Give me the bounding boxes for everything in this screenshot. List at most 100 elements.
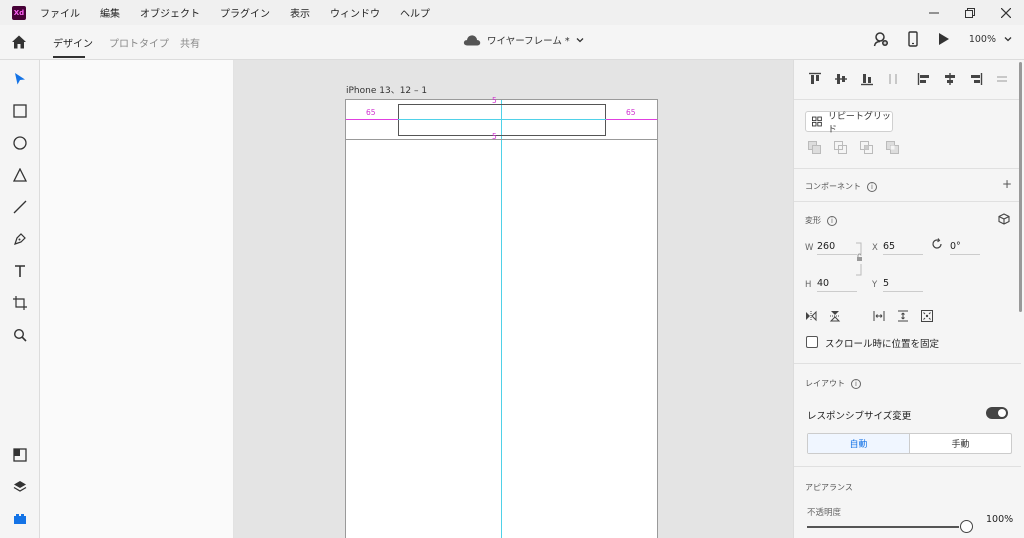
stretch-horizontal-icon[interactable] xyxy=(873,310,885,322)
height-input[interactable]: 40 xyxy=(817,278,857,292)
distribute-vertical-icon[interactable] xyxy=(995,72,1009,86)
close-button[interactable] xyxy=(988,0,1024,25)
menu-view[interactable]: 表示 xyxy=(290,5,310,20)
x-input[interactable]: 65 xyxy=(883,241,923,255)
opacity-value[interactable]: 100% xyxy=(986,514,1013,528)
artboard[interactable]: 65 65 5 5 xyxy=(345,96,658,538)
auto-mode-button[interactable]: 自動 xyxy=(808,434,910,453)
text-tool[interactable] xyxy=(11,262,28,279)
fit-size-icon[interactable] xyxy=(921,310,933,322)
width-input[interactable]: 260 xyxy=(817,241,857,255)
divider xyxy=(794,363,1021,364)
measure-line-right xyxy=(606,119,657,120)
layers-panel-button[interactable] xyxy=(11,478,28,495)
menu-window[interactable]: ウィンドウ xyxy=(330,5,380,20)
minimize-icon xyxy=(929,12,939,13)
center-guide-horizontal xyxy=(398,119,606,120)
polygon-tool[interactable] xyxy=(11,166,28,183)
rotation-input[interactable]: 0° xyxy=(950,241,980,255)
y-input[interactable]: 5 xyxy=(883,278,923,292)
opacity-slider-track[interactable] xyxy=(807,526,959,528)
minimize-button[interactable] xyxy=(916,0,952,25)
add-component-button[interactable]: + xyxy=(1002,177,1012,191)
close-icon xyxy=(1001,7,1011,18)
property-inspector: リピートグリッド コンポーネント i + 変形 i W 260 X 65 0° … xyxy=(793,60,1024,538)
info-icon[interactable]: i xyxy=(851,378,861,389)
repeat-grid-button[interactable]: リピートグリッド xyxy=(805,111,893,135)
assets-panel-button[interactable] xyxy=(11,446,28,463)
center-guide-vertical xyxy=(501,100,502,538)
stretch-vertical-icon[interactable] xyxy=(897,310,909,322)
selected-rectangle[interactable] xyxy=(398,104,606,136)
toggle-knob xyxy=(998,409,1006,417)
align-right-icon[interactable] xyxy=(969,72,983,86)
select-tool[interactable] xyxy=(11,70,28,87)
flip-horizontal-icon[interactable] xyxy=(805,310,817,322)
design-canvas[interactable]: iPhone 13、12 – 1 65 65 5 5 xyxy=(234,60,793,538)
plugins-panel-button[interactable] xyxy=(11,510,28,527)
fix-position-checkbox[interactable] xyxy=(806,336,818,348)
divider xyxy=(794,168,1021,169)
align-left-icon[interactable] xyxy=(917,72,931,86)
repeat-grid-label: リピートグリッド xyxy=(827,111,891,135)
ellipse-icon xyxy=(12,135,27,150)
layers-icon xyxy=(13,480,26,492)
manual-mode-button[interactable]: 手動 xyxy=(910,434,1011,453)
text-icon xyxy=(14,264,25,277)
tab-share[interactable]: 共有 xyxy=(180,35,200,50)
header-bottom-line xyxy=(346,139,657,140)
pen-icon xyxy=(13,232,26,245)
info-icon[interactable]: i xyxy=(867,181,877,192)
align-middle-icon[interactable] xyxy=(834,72,848,86)
boolean-intersect-icon[interactable] xyxy=(860,141,873,154)
responsive-resize-label: レスポンシブサイズ変更 xyxy=(807,411,912,422)
rectangle-tool[interactable] xyxy=(11,102,28,119)
resize-mode-segmented: 自動 手動 xyxy=(807,433,1012,454)
measure-right-label: 65 xyxy=(626,108,636,117)
responsive-resize-toggle[interactable] xyxy=(986,407,1008,419)
ellipse-tool[interactable] xyxy=(11,134,28,151)
align-bottom-icon[interactable] xyxy=(860,72,874,86)
menu-file[interactable]: ファイル xyxy=(40,5,80,20)
tab-prototype[interactable]: プロトタイプ xyxy=(109,35,169,50)
home-icon[interactable] xyxy=(11,34,27,50)
mobile-preview-icon[interactable] xyxy=(907,31,919,47)
invite-user-icon[interactable] xyxy=(873,31,889,47)
boolean-add-icon[interactable] xyxy=(808,141,821,154)
menu-help[interactable]: ヘルプ xyxy=(400,5,430,20)
right-toolbar: 100% xyxy=(873,31,1012,47)
transform-section-title: 変形 i xyxy=(805,215,837,226)
zoom-dropdown[interactable]: 100% xyxy=(969,34,1012,45)
w-label: W xyxy=(805,243,814,253)
lock-aspect-icon[interactable] xyxy=(856,242,864,276)
menu-plugins[interactable]: プラグイン xyxy=(220,5,270,20)
menu-object[interactable]: オブジェクト xyxy=(140,5,200,20)
scrollbar-thumb[interactable] xyxy=(1019,62,1022,312)
document-title-dropdown[interactable]: ワイヤーフレーム * xyxy=(463,33,584,47)
opacity-slider-handle[interactable] xyxy=(960,520,973,533)
distribute-horizontal-icon[interactable] xyxy=(886,72,900,86)
zoom-tool[interactable] xyxy=(11,326,28,343)
boolean-subtract-icon[interactable] xyxy=(834,141,847,154)
divider xyxy=(794,201,1021,202)
layout-section-title: レイアウト i xyxy=(805,378,861,389)
tab-design[interactable]: デザイン xyxy=(53,35,93,50)
line-tool[interactable] xyxy=(11,198,28,215)
pen-tool[interactable] xyxy=(11,230,28,247)
document-title: ワイヤーフレーム * xyxy=(487,36,570,47)
artboard-tool[interactable] xyxy=(11,294,28,311)
xd-logo-icon: Xd xyxy=(12,5,26,20)
play-icon[interactable] xyxy=(937,31,951,47)
3d-transform-icon[interactable] xyxy=(998,213,1010,225)
align-top-icon[interactable] xyxy=(808,72,822,86)
align-center-icon[interactable] xyxy=(943,72,957,86)
top-toolbar: デザイン プロトタイプ 共有 ワイヤーフレーム * 100% xyxy=(0,25,1024,60)
cloud-icon xyxy=(463,35,481,46)
menu-edit[interactable]: 編集 xyxy=(100,5,120,20)
info-icon[interactable]: i xyxy=(827,215,837,226)
artboard-name[interactable]: iPhone 13、12 – 1 xyxy=(346,83,427,96)
measure-bottom-label: 5 xyxy=(492,132,497,141)
restore-button[interactable] xyxy=(952,0,988,25)
boolean-exclude-icon[interactable] xyxy=(886,141,899,154)
flip-vertical-icon[interactable] xyxy=(829,310,841,322)
